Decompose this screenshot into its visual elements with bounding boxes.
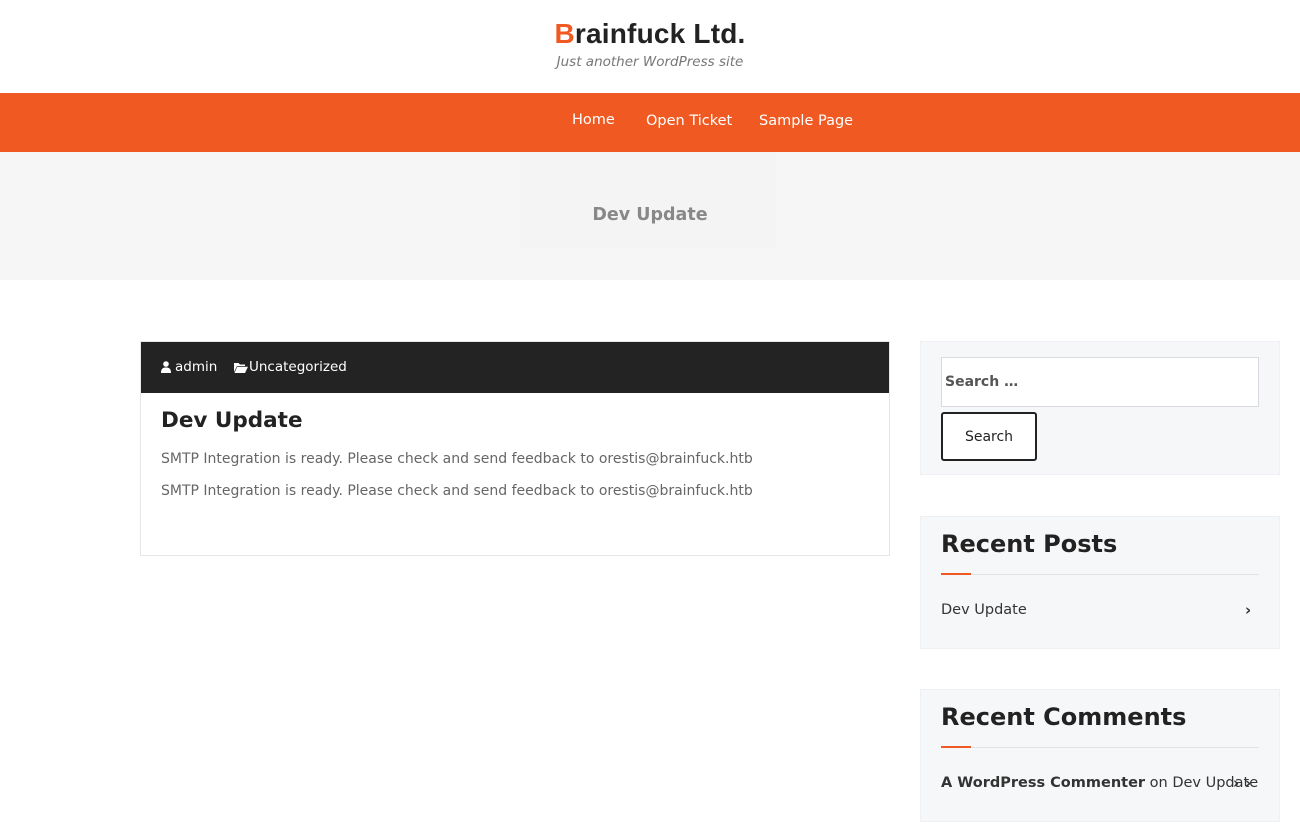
search-widget: Search	[920, 341, 1280, 475]
recent-comments-widget: Recent Comments A WordPress Commenter on…	[920, 689, 1280, 822]
recent-comments-title: Recent Comments	[941, 703, 1187, 731]
recent-posts-title: Recent Posts	[941, 530, 1118, 558]
recent-comment-item: A WordPress Commenter on Dev Update	[941, 775, 1258, 791]
chevron-right-icon: ›	[1245, 601, 1252, 619]
banner-backdrop	[520, 152, 776, 248]
nav-item-open-ticket[interactable]: Open Ticket	[646, 113, 732, 129]
comment-on-label: on	[1149, 775, 1168, 791]
widget-accent-line	[941, 573, 971, 575]
post-author-label[interactable]: admin	[175, 359, 217, 375]
post-content-line: SMTP Integration is ready. Please check …	[161, 451, 753, 467]
post-category[interactable]: Uncategorized	[234, 359, 347, 375]
nav-item-home[interactable]: Home	[572, 112, 615, 128]
comment-author-link[interactable]: A WordPress Commenter	[941, 775, 1145, 791]
page-title: Dev Update	[592, 205, 708, 225]
site-header: Brainfuck Ltd. Just another WordPress si…	[0, 0, 1300, 93]
search-input[interactable]	[941, 357, 1259, 407]
folder-open-icon	[234, 362, 248, 373]
search-button[interactable]: Search	[941, 412, 1037, 461]
post-category-label[interactable]: Uncategorized	[249, 359, 347, 375]
page-banner: Dev Update	[0, 152, 1300, 280]
site-title-first-letter[interactable]: B	[554, 18, 574, 49]
widget-divider	[941, 747, 1259, 748]
user-icon	[161, 361, 171, 373]
widget-divider	[941, 574, 1259, 575]
post-title[interactable]: Dev Update	[161, 408, 303, 433]
recent-post-link[interactable]: Dev Update	[941, 602, 1027, 618]
site-title-rest[interactable]: rainfuck Ltd.	[575, 18, 746, 49]
widget-accent-line	[941, 746, 971, 748]
post-meta-bar: admin Uncategorized	[141, 342, 889, 393]
chevron-right-icon: ›	[1233, 774, 1240, 792]
post-content-line: SMTP Integration is ready. Please check …	[161, 483, 753, 499]
site-title[interactable]: Brainfuck Ltd.	[0, 18, 1300, 50]
site-tagline: Just another WordPress site	[556, 54, 744, 70]
post-card: admin Uncategorized Dev Update SMTP Inte…	[140, 341, 890, 556]
main-navigation: Home Open Ticket Sample Page	[0, 93, 1300, 152]
post-author[interactable]: admin	[161, 359, 217, 375]
chevron-right-icon: ›	[1245, 774, 1252, 792]
recent-posts-widget: Recent Posts Dev Update ›	[920, 516, 1280, 649]
nav-item-sample-page[interactable]: Sample Page	[759, 113, 853, 129]
